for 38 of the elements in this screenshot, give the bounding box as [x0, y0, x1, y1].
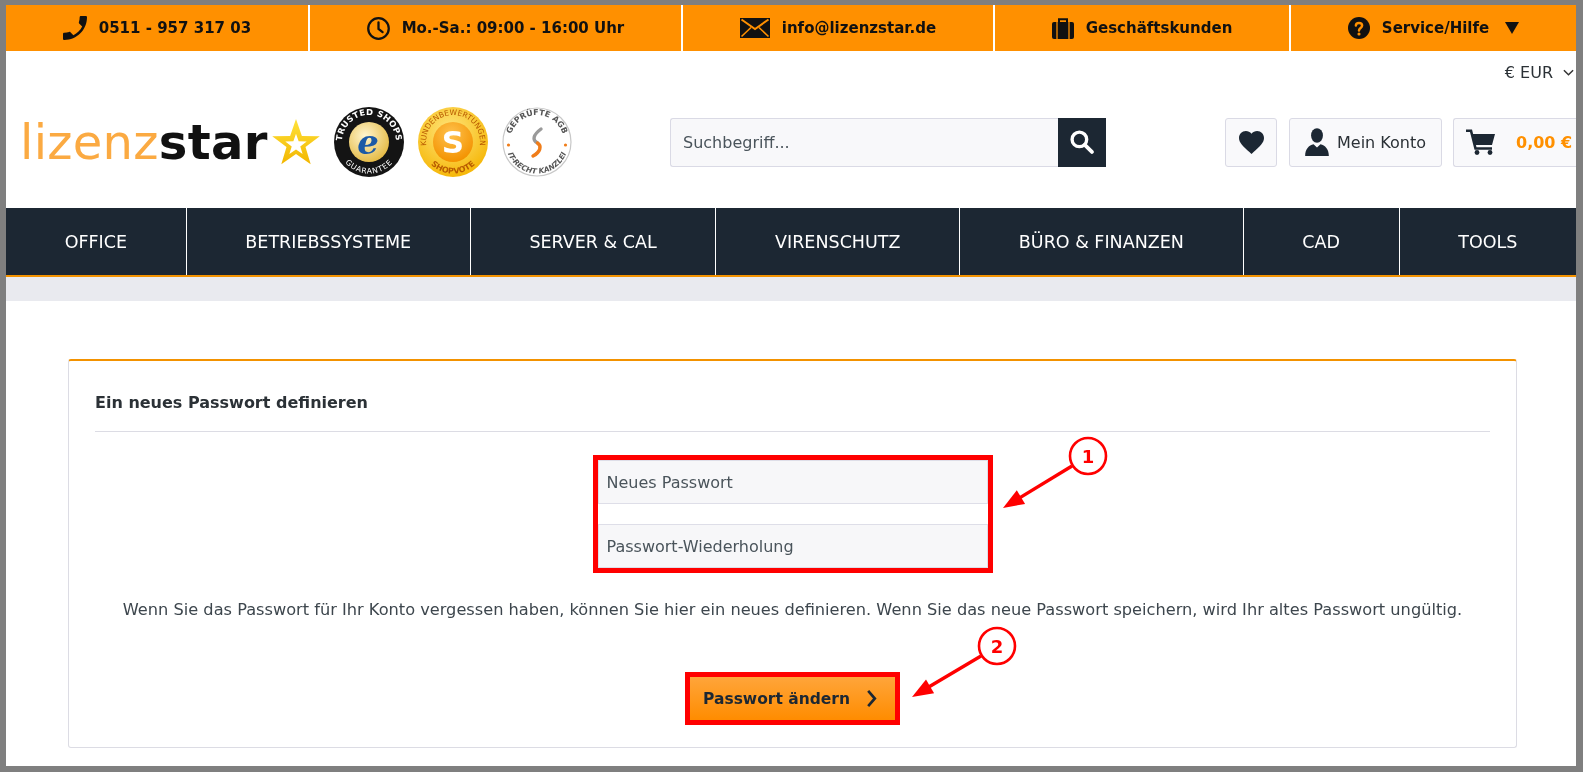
search-field[interactable]: Suchbegriff... [670, 117, 1058, 167]
business-customers-link[interactable]: Geschäftskunden [1085, 19, 1233, 37]
info-text: Wenn Sie das Passwort für Ihr Konto vergessen haben, können Sie hier ein neues definieren. Wenn Sie das neue Passwort speichern, wird Ihr altes Passwort ungültig. [121, 599, 1464, 621]
clock-icon [366, 16, 390, 40]
submit-button[interactable]: Passwort ändern [690, 677, 895, 720]
nav-link[interactable]: CAD [1242, 208, 1399, 275]
step-marker: 1 [1068, 436, 1107, 476]
cart-icon [1466, 129, 1496, 155]
nav-link[interactable]: TOOLS [1398, 208, 1576, 275]
phone-number-link[interactable]: 0511 - 957 317 03 [98, 19, 252, 37]
nav-link[interactable]: BÜRO & FINANZEN [959, 208, 1243, 275]
opening-hours-text: Mo.-Sa.: 09:00 - 16:00 Uhr [401, 19, 625, 37]
currency-dropdown[interactable]: € EUR [1504, 62, 1574, 82]
service-help-link[interactable]: Service/Hilfe [1381, 19, 1490, 37]
person-icon [1305, 128, 1329, 156]
brand-logo[interactable]: lizenzstar [20, 118, 268, 166]
callout-arrow [1002, 464, 1073, 508]
email-link[interactable]: info@lizenzstar.de [781, 19, 937, 37]
nav-link[interactable]: VIRENSCHUTZ [715, 208, 960, 275]
password-field[interactable]: Neues Passwort [597, 460, 988, 504]
envelope-icon [739, 18, 770, 38]
phone-icon [62, 16, 87, 40]
nav-link[interactable]: OFFICE [6, 208, 186, 275]
nav-link[interactable]: BETRIEBSSYSTEME [185, 208, 470, 275]
password-field[interactable]: Passwort-Wiederholung [597, 524, 988, 568]
briefcase-icon [1051, 17, 1074, 39]
card-title: Ein neues Passwort definieren [95, 392, 369, 414]
chevron-down-icon [1563, 68, 1574, 76]
search-icon [1070, 130, 1094, 154]
help-icon [1347, 17, 1370, 39]
account-button[interactable]: Mein Konto [1289, 117, 1442, 167]
chevron-right-icon [866, 689, 878, 708]
search-button[interactable] [1058, 117, 1106, 167]
step-marker: 2 [977, 626, 1017, 666]
callout-arrow [912, 654, 982, 697]
nav-link[interactable]: SERVER & CAL [469, 208, 716, 275]
wishlist-button[interactable] [1225, 117, 1277, 167]
heart-icon [1238, 130, 1264, 154]
